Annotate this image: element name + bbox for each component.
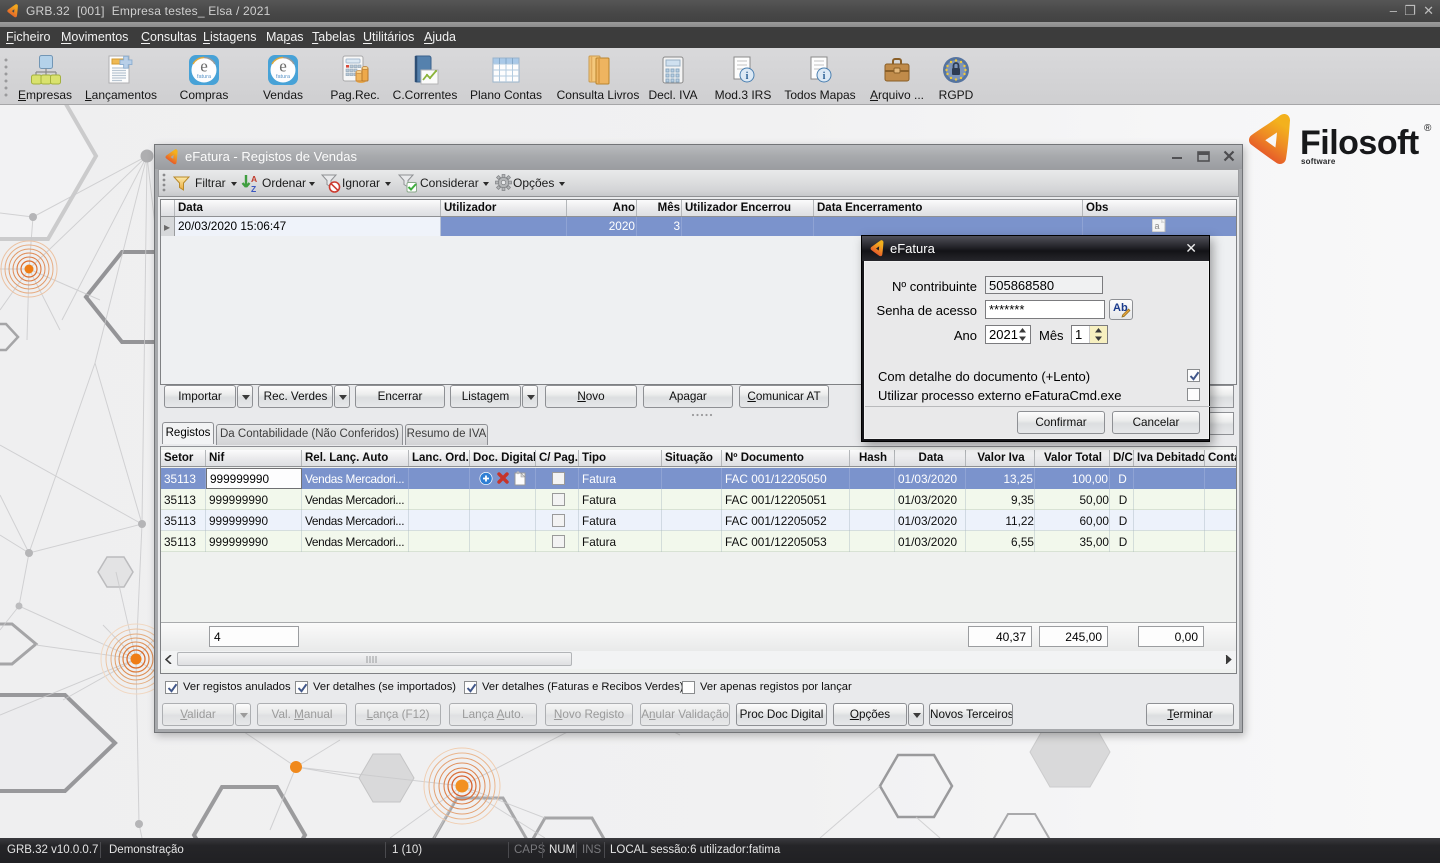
svg-text:e: e xyxy=(279,57,287,76)
svg-text:®: ® xyxy=(1424,123,1432,134)
svg-text:Z: Z xyxy=(251,184,256,193)
svg-text:e: e xyxy=(200,57,208,76)
svg-text:fatura: fatura xyxy=(197,74,212,80)
svg-text:i: i xyxy=(823,71,826,82)
svg-text:i: i xyxy=(746,71,749,82)
svg-text:fatura: fatura xyxy=(276,74,291,80)
svg-text:A: A xyxy=(251,174,257,184)
svg-text:software: software xyxy=(1301,157,1336,166)
svg-text:a: a xyxy=(1154,221,1159,231)
